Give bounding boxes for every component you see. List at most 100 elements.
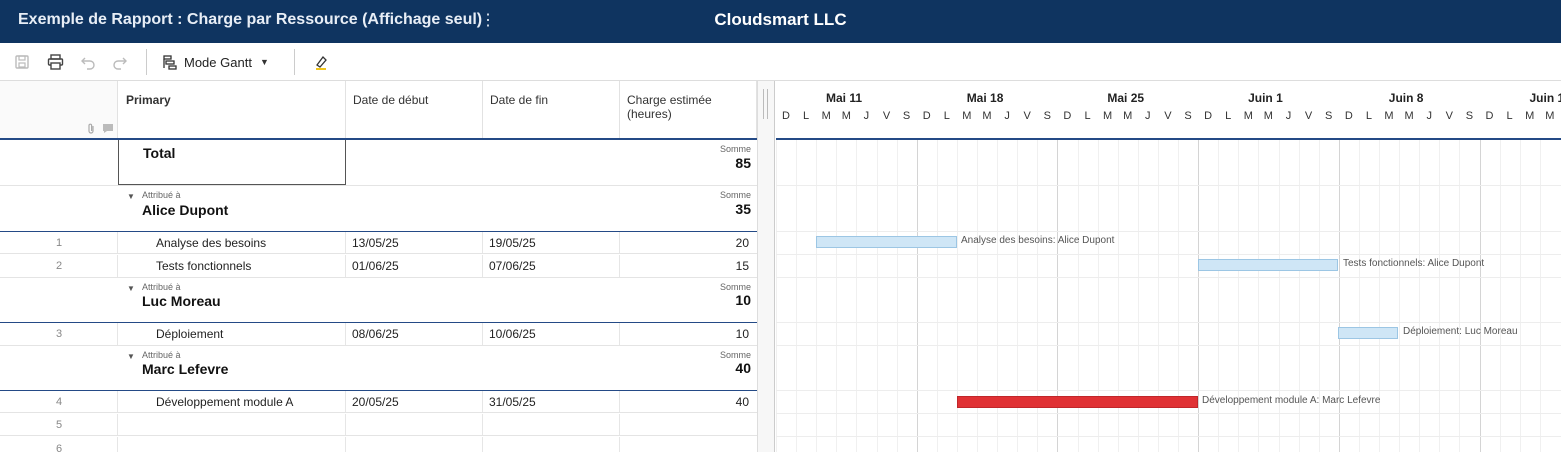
day-label: M: [1384, 110, 1394, 122]
table-row[interactable]: 2 Tests fonctionnels 01/06/25 07/06/25 1…: [0, 255, 757, 277]
day-gridline: [896, 140, 898, 452]
task-name[interactable]: Tests fonctionnels: [156, 259, 251, 273]
comment-icon: [102, 123, 114, 137]
day-label: L: [1225, 110, 1232, 122]
end-date[interactable]: 10/06/25: [489, 327, 536, 341]
table-row[interactable]: 5: [0, 414, 757, 436]
company-name: Cloudsmart LLC: [714, 10, 847, 29]
highlighter-icon[interactable]: [311, 51, 331, 73]
week-label: Juin 8: [1388, 91, 1424, 105]
day-gridline: [1459, 140, 1461, 452]
end-date[interactable]: 19/05/25: [489, 236, 536, 250]
total-primary-cell[interactable]: Total: [118, 140, 346, 185]
column-header-primary[interactable]: Primary: [119, 81, 346, 139]
group-sub-label: Attribué à: [142, 282, 181, 292]
collapse-triangle-icon[interactable]: ▼: [127, 284, 135, 293]
day-gridline: [856, 140, 858, 452]
day-label: D: [1063, 110, 1072, 122]
day-label: M: [1243, 110, 1253, 122]
day-label: J: [1004, 110, 1010, 122]
day-label: L: [803, 110, 810, 122]
group-sub-label: Attribué à: [142, 350, 181, 360]
day-gridline: [776, 140, 777, 452]
start-date[interactable]: 20/05/25: [352, 395, 399, 409]
group-sum-value: 40: [735, 360, 751, 376]
row-gridline: [776, 277, 1561, 278]
redo-icon[interactable]: [110, 51, 130, 73]
start-date[interactable]: 13/05/25: [352, 236, 399, 250]
group-header-alice-dupont[interactable]: ▼ Attribué à Alice Dupont Somme 35: [0, 186, 757, 231]
cell-start: [346, 414, 483, 435]
attachment-icon: [86, 123, 96, 138]
day-label: S: [1043, 110, 1051, 122]
start-date[interactable]: 08/06/25: [352, 327, 399, 341]
gantt-bar-deploiement[interactable]: [1338, 327, 1398, 339]
day-label: V: [1304, 110, 1313, 122]
task-name[interactable]: Développement module A: [156, 395, 293, 409]
estimated-hours[interactable]: 40: [736, 395, 749, 409]
save-icon[interactable]: [12, 51, 32, 73]
start-date[interactable]: 01/06/25: [352, 259, 399, 273]
column-header-estimated-effort[interactable]: Charge estimée (heures): [620, 81, 757, 139]
gantt-icon: [163, 55, 177, 70]
undo-icon[interactable]: [78, 51, 98, 73]
group-sum-label: Somme: [719, 282, 751, 292]
day-gridline: [876, 140, 878, 452]
row-number: 1: [55, 237, 63, 249]
day-label: D: [1204, 110, 1213, 122]
day-label: M: [1263, 110, 1273, 122]
row-header-column: [0, 81, 118, 139]
collapse-triangle-icon[interactable]: ▼: [127, 352, 135, 361]
row-gridline: [776, 345, 1561, 346]
splitter-grip: [763, 89, 764, 119]
cell-end: [483, 437, 620, 452]
toolbar: Mode Gantt ▼: [0, 43, 1561, 81]
day-gridline: [1399, 140, 1401, 452]
day-gridline: [1499, 140, 1501, 452]
table-row[interactable]: 4 Développement module A 20/05/25 31/05/…: [0, 391, 757, 413]
total-row[interactable]: Total Somme 85: [0, 140, 757, 185]
end-date[interactable]: 07/06/25: [489, 259, 536, 273]
row-gridline: [776, 413, 1561, 414]
estimated-hours[interactable]: 20: [736, 236, 749, 250]
view-mode-dropdown[interactable]: Mode Gantt ▼: [162, 51, 280, 73]
splitter-grip: [767, 89, 768, 119]
row-number: 3: [55, 328, 63, 340]
gantt-bar-analyse[interactable]: [816, 236, 957, 248]
group-sum-value: 35: [735, 201, 751, 217]
gantt-chart: DLMMJVSDLMMJVSDLMMJVSDLMMJVSDLMMJVSDLMMM…: [776, 81, 1561, 452]
row-gridline: [776, 231, 1561, 232]
estimated-hours[interactable]: 15: [736, 259, 749, 273]
day-label: M: [1404, 110, 1414, 122]
day-label: S: [1325, 110, 1333, 122]
task-name[interactable]: Analyse des besoins: [156, 236, 266, 250]
table-row[interactable]: 1 Analyse des besoins 13/05/25 19/05/25 …: [0, 232, 757, 254]
end-date[interactable]: 31/05/25: [489, 395, 536, 409]
task-name[interactable]: Déploiement: [156, 327, 223, 341]
row-gridline: [776, 322, 1561, 323]
gantt-bar-tests[interactable]: [1198, 259, 1338, 271]
estimated-hours[interactable]: 10: [736, 327, 749, 341]
group-name: Alice Dupont: [142, 202, 229, 218]
collapse-triangle-icon[interactable]: ▼: [127, 192, 135, 201]
day-label: L: [1365, 110, 1372, 122]
day-label: M: [841, 110, 851, 122]
day-label: V: [1164, 110, 1172, 122]
total-sum-value: 85: [735, 155, 751, 171]
group-header-marc-lefevre[interactable]: ▼ Attribué à Marc Lefevre Somme 40: [0, 346, 757, 390]
group-sum-label: Somme: [719, 190, 751, 200]
group-header-luc-moreau[interactable]: ▼ Attribué à Luc Moreau Somme 10: [0, 278, 757, 322]
table-row[interactable]: 3 Déploiement 08/06/25 10/06/25 10: [0, 323, 757, 345]
column-header-end-date[interactable]: Date de fin: [483, 81, 620, 139]
print-icon[interactable]: [45, 51, 65, 73]
day-gridline: [1539, 140, 1541, 452]
gantt-bar-developpement[interactable]: [957, 396, 1198, 408]
table-row[interactable]: 6: [0, 437, 757, 452]
pane-splitter[interactable]: [757, 81, 775, 452]
week-label: Mai 25: [1107, 91, 1145, 105]
column-header-start-date[interactable]: Date de début: [346, 81, 483, 139]
day-label: M: [962, 110, 972, 122]
day-label: J: [863, 110, 870, 122]
day-label: S: [1184, 110, 1192, 122]
day-label: V: [882, 110, 891, 122]
